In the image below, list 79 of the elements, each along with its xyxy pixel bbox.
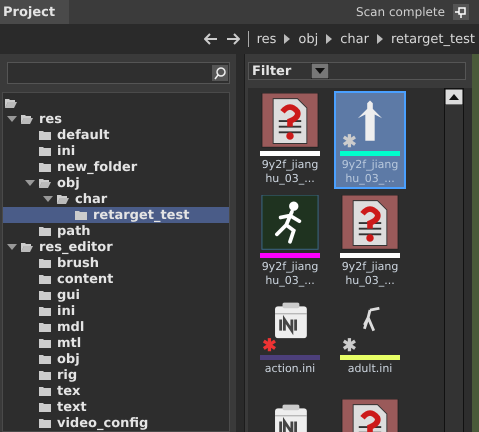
- folder-icon: [39, 402, 51, 412]
- tree-item[interactable]: mtl: [3, 335, 230, 351]
- folder-icon: [39, 322, 51, 332]
- breadcrumb-item[interactable]: retarget_test: [390, 32, 475, 46]
- open-folder-icon: [57, 194, 69, 204]
- expanded-arrow-icon[interactable]: [43, 195, 53, 203]
- search-icon[interactable]: [212, 65, 228, 81]
- unknown-file-icon: [342, 195, 399, 250]
- stick-figure-icon: [363, 306, 381, 332]
- breadcrumb-item[interactable]: obj: [298, 32, 318, 46]
- unknown-file-icon: [262, 93, 319, 148]
- scroll-up-icon[interactable]: [445, 89, 464, 105]
- file-tile[interactable]: 9y2f_jianghu_03_...: [334, 193, 406, 291]
- open-folder-icon: [39, 178, 51, 188]
- file-name: 9y2f_jianghu_03_...: [260, 158, 320, 186]
- chevron-icon: [376, 34, 383, 44]
- tree-item[interactable]: ini: [3, 143, 230, 159]
- tree-item[interactable]: rig: [3, 367, 230, 383]
- ini-file-icon: [274, 404, 308, 432]
- pin-icon[interactable]: [453, 4, 469, 20]
- tree-item[interactable]: text: [3, 399, 230, 415]
- expanded-arrow-icon[interactable]: [25, 179, 35, 187]
- expanded-arrow-icon[interactable]: [7, 115, 17, 123]
- folder-icon: [75, 210, 87, 220]
- running-figure-icon: [262, 195, 319, 250]
- open-folder-icon: [21, 114, 33, 124]
- breadcrumb-item[interactable]: char: [340, 32, 369, 46]
- tree-item[interactable]: char: [3, 191, 230, 207]
- forward-arrow-icon[interactable]: [226, 33, 240, 45]
- file-tile[interactable]: 9y2f_jianghu_03_...: [254, 91, 326, 189]
- file-tile[interactable]: 9y2f_jianghu_03_...: [254, 193, 326, 291]
- tree-item[interactable]: obj: [3, 175, 230, 191]
- tree-item[interactable]: video_config: [3, 415, 230, 431]
- folder-icon: [39, 146, 51, 156]
- tree-item[interactable]: gui: [3, 287, 230, 303]
- tree-item[interactable]: retarget_test: [3, 207, 230, 223]
- folder-icon: [39, 162, 51, 172]
- tree-item[interactable]: res: [3, 111, 230, 127]
- folder-icon: [39, 130, 51, 140]
- tree-item[interactable]: default: [3, 127, 230, 143]
- folder-icon: [39, 338, 51, 348]
- tree-item[interactable]: mdl: [3, 319, 230, 335]
- tree-item[interactable]: path: [3, 223, 230, 239]
- expanded-arrow-icon[interactable]: [7, 243, 17, 251]
- panel-tab[interactable]: Project: [0, 0, 69, 24]
- folder-icon: [39, 418, 51, 428]
- tree-item[interactable]: obj: [3, 351, 230, 367]
- file-tile[interactable]: adult.ini: [334, 295, 406, 393]
- tree-item[interactable]: ini: [3, 303, 230, 319]
- chevron-icon: [284, 34, 290, 44]
- folder-icon: [39, 274, 51, 284]
- ini-file-icon: [274, 302, 308, 338]
- file-name: action.ini: [264, 362, 316, 376]
- file-name: adult.ini: [346, 362, 394, 376]
- tree-item[interactable]: tex: [3, 383, 230, 399]
- folder-icon: [39, 306, 51, 316]
- breadcrumb-item[interactable]: res: [256, 32, 276, 46]
- tree-item[interactable]: res_editor: [3, 239, 230, 255]
- tree-item[interactable]: brush: [3, 255, 230, 271]
- status-text: Scan complete: [356, 5, 445, 19]
- search-field[interactable]: [7, 62, 230, 84]
- tree-item[interactable]: new_folder: [3, 159, 230, 175]
- file-name: 9y2f_jianghu_03_...: [340, 260, 400, 288]
- file-name: 9y2f_jianghu_03_...: [340, 158, 400, 186]
- file-name: 9y2f_jianghu_03_...: [260, 260, 320, 288]
- folder-icon: [39, 290, 51, 300]
- dropdown-icon[interactable]: [311, 63, 330, 79]
- tree-item[interactable]: content: [3, 271, 230, 287]
- open-folder-icon: [5, 98, 17, 108]
- folder-icon: [39, 370, 51, 380]
- file-tile[interactable]: action.ini: [254, 295, 326, 393]
- open-folder-icon: [21, 242, 33, 252]
- chevron-icon: [326, 34, 332, 44]
- folder-icon: [39, 258, 51, 268]
- back-arrow-icon[interactable]: [204, 33, 218, 45]
- folder-icon: [39, 354, 51, 364]
- folder-icon: [39, 386, 51, 396]
- filter-label: Filter: [252, 64, 292, 78]
- folder-icon: [39, 226, 51, 236]
